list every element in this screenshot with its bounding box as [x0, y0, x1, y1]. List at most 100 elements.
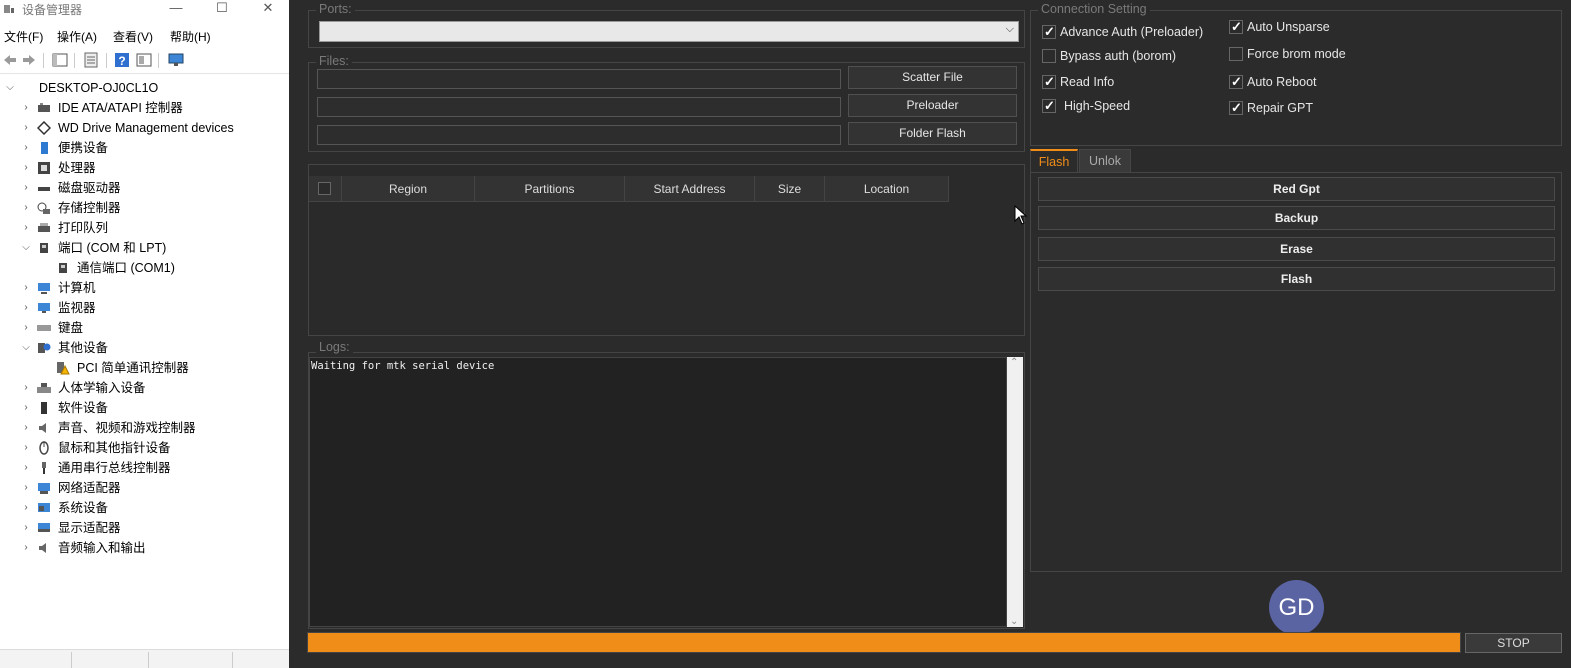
log-line: Waiting for mtk serial device	[311, 360, 495, 372]
network-icon	[38, 483, 50, 494]
forward-arrow-icon[interactable]	[21, 52, 37, 68]
scatter-file-path-input[interactable]	[317, 69, 841, 89]
logs-scrollbar[interactable]: ⌃ ⌄	[1007, 357, 1023, 627]
chevron-right-icon[interactable]: ›	[20, 118, 32, 138]
red-gpt-button[interactable]: Red Gpt	[1038, 177, 1555, 201]
stop-button[interactable]: STOP	[1465, 633, 1562, 653]
toolbar-separator	[158, 53, 159, 68]
chevron-right-icon[interactable]: ›	[20, 418, 32, 438]
select-all-checkbox[interactable]	[318, 182, 331, 195]
high-speed-checkbox[interactable]	[1042, 97, 1056, 115]
scroll-down-icon[interactable]: ⌄	[1010, 616, 1018, 627]
tab-flash[interactable]: Flash	[1030, 149, 1078, 173]
tree-item-label: 音频输入和输出	[58, 541, 146, 555]
chevron-right-icon[interactable]: ›	[20, 438, 32, 458]
chevron-right-icon[interactable]: ›	[20, 298, 32, 318]
chevron-down-icon[interactable]: ⌵	[4, 78, 16, 98]
scatter-file-button[interactable]: Scatter File	[848, 66, 1017, 89]
window-title: 设备管理器	[22, 3, 83, 17]
properties-icon[interactable]	[83, 52, 99, 68]
column-partitions[interactable]: Partitions	[475, 176, 625, 202]
bypass-auth-checkbox[interactable]	[1042, 49, 1056, 63]
auto-unsparse-checkbox[interactable]	[1229, 18, 1243, 36]
chevron-down-icon[interactable]: ⌵	[1006, 23, 1014, 36]
force-brom-checkbox[interactable]	[1229, 47, 1243, 61]
flash-button[interactable]: Flash	[1038, 267, 1555, 291]
menu-help[interactable]: 帮助(H)	[170, 28, 211, 45]
menu-action[interactable]: 操作(A)	[57, 28, 97, 45]
tree-item-label: 存储控制器	[58, 201, 121, 215]
erase-button[interactable]: Erase	[1038, 237, 1555, 261]
maximize-button[interactable]: ☐	[209, 0, 235, 16]
advance-auth-checkbox[interactable]	[1042, 23, 1056, 41]
close-button[interactable]: ✕	[255, 0, 281, 16]
column-size[interactable]: Size	[755, 176, 825, 202]
files-title: Files:	[316, 54, 352, 68]
chevron-right-icon[interactable]: ›	[20, 518, 32, 538]
chevron-right-icon[interactable]: ›	[20, 478, 32, 498]
repair-gpt-checkbox[interactable]	[1229, 99, 1243, 117]
folder-flash-button[interactable]: Folder Flash	[848, 122, 1017, 145]
back-arrow-icon[interactable]	[2, 52, 18, 68]
auto-reboot-checkbox[interactable]	[1229, 73, 1243, 91]
column-start-address[interactable]: Start Address	[625, 176, 755, 202]
unknown-device-icon	[38, 343, 51, 353]
tree-item-label: IDE ATA/ATAPI 控制器	[58, 101, 183, 115]
minimize-button[interactable]: —	[163, 0, 189, 16]
help-icon[interactable]: ?	[114, 52, 130, 68]
scan-hardware-icon[interactable]	[168, 52, 184, 68]
high-speed-label: High-Speed	[1064, 99, 1131, 113]
tab-unlok[interactable]: Unlok	[1079, 149, 1131, 173]
chevron-right-icon[interactable]: ›	[20, 138, 32, 158]
chevron-right-icon[interactable]: ›	[20, 378, 32, 398]
tree-item-label: 显示适配器	[58, 521, 121, 535]
logs-title: Logs:	[316, 340, 353, 354]
tree-item-label: 系统设备	[58, 501, 109, 515]
port-select[interactable]: ⌵	[319, 21, 1019, 42]
tree-item-label: 人体学输入设备	[58, 381, 146, 395]
column-region[interactable]: Region	[342, 176, 475, 202]
tree-item-label: 处理器	[58, 161, 96, 175]
menu-view[interactable]: 查看(V)	[113, 28, 153, 45]
chevron-right-icon[interactable]: ›	[20, 318, 32, 338]
chevron-right-icon[interactable]: ›	[20, 198, 32, 218]
logs-output[interactable]: Waiting for mtk serial device	[309, 357, 1007, 627]
chevron-right-icon[interactable]: ›	[20, 458, 32, 478]
show-hide-console-tree-icon[interactable]	[52, 52, 68, 68]
chevron-down-icon[interactable]: ⌵	[20, 338, 32, 358]
chevron-right-icon[interactable]: ›	[20, 178, 32, 198]
column-location[interactable]: Location	[825, 176, 949, 202]
chevron-right-icon[interactable]: ›	[20, 158, 32, 178]
chevron-right-icon[interactable]: ›	[20, 278, 32, 298]
tree-item-label: 鼠标和其他指针设备	[58, 441, 171, 455]
computer-icon	[38, 283, 50, 294]
tree-item-label: 其他设备	[58, 341, 109, 355]
preloader-path-input[interactable]	[317, 97, 841, 117]
speaker-icon	[39, 423, 46, 433]
tree-item-label: 通信端口 (COM1)	[77, 261, 175, 275]
tree-item-label: 计算机	[58, 281, 96, 295]
tree-item-label: 键盘	[58, 321, 84, 335]
chevron-right-icon[interactable]: ›	[20, 498, 32, 518]
ports-title: Ports:	[316, 2, 355, 16]
chevron-right-icon[interactable]: ›	[20, 98, 32, 118]
scroll-up-icon[interactable]: ⌃	[1010, 357, 1018, 368]
view-details-icon[interactable]	[136, 52, 152, 68]
tree-item-label: 打印队列	[58, 221, 109, 235]
partitions-table-header: Region Partitions Start Address Size Loc…	[309, 176, 949, 202]
keyboard-icon	[37, 325, 51, 331]
chevron-down-icon[interactable]: ⌵	[20, 238, 32, 258]
chevron-right-icon[interactable]: ›	[20, 538, 32, 558]
tree-item-label: WD Drive Management devices	[58, 121, 234, 135]
preloader-button[interactable]: Preloader	[848, 94, 1017, 117]
menu-file[interactable]: 文件(F)	[4, 28, 43, 45]
chevron-right-icon[interactable]: ›	[20, 398, 32, 418]
toolbar: ?	[0, 48, 289, 74]
chevron-right-icon[interactable]: ›	[20, 218, 32, 238]
read-info-checkbox[interactable]	[1042, 73, 1056, 91]
device-manager-icon	[4, 5, 14, 13]
com-port-icon	[59, 263, 67, 273]
folder-path-input[interactable]	[317, 125, 841, 145]
backup-button[interactable]: Backup	[1038, 206, 1555, 230]
hid-icon	[37, 383, 51, 393]
